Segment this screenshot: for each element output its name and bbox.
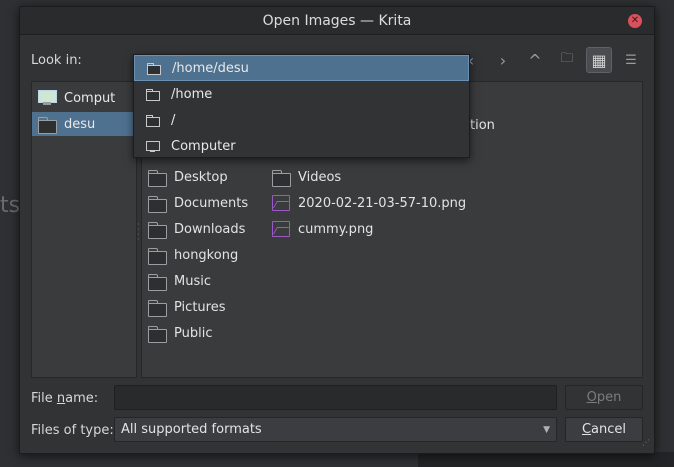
background-strip <box>418 452 674 467</box>
sidebar-item-computer[interactable]: Comput <box>32 86 136 110</box>
list-item[interactable]: Public <box>148 321 212 345</box>
monitor-icon <box>146 140 160 152</box>
file-name-label: Documents <box>174 195 249 211</box>
dropdown-item-label: Computer <box>171 138 236 154</box>
open-images-dialog: Open Images — Krita ✕ Look in: ‹ › ^ 🗀 ▦… <box>19 6 655 454</box>
dropdown-item-home-desu[interactable]: /home/desu <box>134 55 469 81</box>
folder-icon <box>148 273 167 291</box>
files-of-type-select[interactable]: All supported formats ▼ <box>114 417 557 442</box>
list-item[interactable]: cummy.png <box>272 217 373 241</box>
list-item[interactable]: Videos <box>272 165 341 189</box>
folder-icon <box>148 169 167 187</box>
file-name-label-mnemonic: n <box>56 391 66 406</box>
icon-view-button[interactable]: ▦ <box>586 47 612 73</box>
list-item[interactable]: 2020-02-21-03-57-10.png <box>272 191 466 215</box>
detail-view-button[interactable]: ☰ <box>618 47 644 73</box>
folder-icon <box>148 247 167 265</box>
open-button[interactable]: Open <box>565 385 643 410</box>
chevron-down-icon: ▼ <box>543 424 550 435</box>
file-name-label: hongkong <box>174 247 239 263</box>
file-name-label: Pictures <box>174 299 226 315</box>
list-item[interactable]: Documents <box>148 191 248 215</box>
folder-icon <box>148 299 167 317</box>
look-in-dropdown-popup: /home/desu /home / Computer <box>133 54 470 158</box>
cancel-button[interactable]: Cancel <box>565 417 643 442</box>
files-of-type-value: All supported formats <box>121 422 262 437</box>
cancel-label: ancel <box>591 422 627 437</box>
image-file-icon <box>272 221 290 237</box>
cancel-mnemonic: C <box>581 422 592 437</box>
title-bar[interactable]: Open Images — Krita ✕ <box>20 7 654 35</box>
forward-button[interactable]: › <box>490 47 516 73</box>
folder-icon <box>272 169 291 187</box>
list-item[interactable]: Desktop <box>148 165 228 189</box>
file-name-label: Videos <box>298 169 342 185</box>
folder-icon <box>146 89 160 101</box>
sidebar-item-label: Comput <box>64 90 116 106</box>
dropdown-item-label: / <box>171 112 176 128</box>
new-folder-button[interactable]: 🗀 <box>554 47 580 73</box>
list-item[interactable]: Pictures <box>148 295 225 319</box>
file-name-label-part: File <box>31 391 57 406</box>
list-item[interactable]: hongkong <box>148 243 238 267</box>
folder-icon <box>148 195 167 213</box>
file-name-label: cummy.png <box>298 221 374 237</box>
detail-view-icon: ☰ <box>625 52 637 68</box>
new-folder-icon: 🗀 <box>560 51 574 66</box>
file-name-label: Music <box>174 273 211 289</box>
folder-icon <box>147 63 161 75</box>
list-item[interactable]: Downloads <box>148 217 245 241</box>
close-icon: ✕ <box>630 15 640 26</box>
dropdown-item-label: /home <box>171 86 213 102</box>
dropdown-item-home[interactable]: /home <box>134 81 469 107</box>
background-text: ts <box>0 193 21 218</box>
dropdown-item-computer[interactable]: Computer <box>134 133 469 159</box>
up-icon: ^ <box>528 50 542 70</box>
folder-icon <box>146 115 160 127</box>
folder-icon <box>148 325 167 343</box>
file-name-label: 2020-02-21-03-57-10.png <box>298 195 467 211</box>
resize-grip-icon[interactable]: ⋰ <box>642 439 652 451</box>
files-of-type-label: Files of type: <box>31 423 114 438</box>
forward-icon: › <box>499 50 507 70</box>
open-label: pen <box>596 390 622 405</box>
file-name-label-part: ame: <box>65 391 99 406</box>
window-title: Open Images — Krita <box>262 12 412 29</box>
navigation-toolbar: ‹ › ^ 🗀 ▦ ☰ <box>458 47 644 73</box>
dropdown-item-root[interactable]: / <box>134 107 469 133</box>
image-file-icon <box>272 195 290 211</box>
file-name-label: Public <box>174 325 213 341</box>
file-name-label: File name: <box>31 391 98 406</box>
sidebar-item-desu[interactable]: desu <box>32 112 136 136</box>
look-in-label: Look in: <box>31 53 82 68</box>
folder-icon <box>38 116 57 134</box>
file-name-input[interactable] <box>114 385 557 410</box>
folder-icon <box>148 221 167 239</box>
file-name-label: Downloads <box>174 221 246 237</box>
hidden-item-fragment: tion <box>470 118 495 133</box>
file-name-label: Desktop <box>174 169 228 185</box>
computer-icon <box>38 90 57 106</box>
places-sidebar: Comput desu <box>31 81 137 378</box>
close-button[interactable]: ✕ <box>628 14 642 28</box>
open-mnemonic: O <box>586 390 597 405</box>
up-button[interactable]: ^ <box>522 47 548 73</box>
list-item[interactable]: Music <box>148 269 211 293</box>
icon-view-icon: ▦ <box>591 50 607 70</box>
dropdown-item-label: /home/desu <box>172 60 249 76</box>
sidebar-item-label: desu <box>64 116 96 132</box>
